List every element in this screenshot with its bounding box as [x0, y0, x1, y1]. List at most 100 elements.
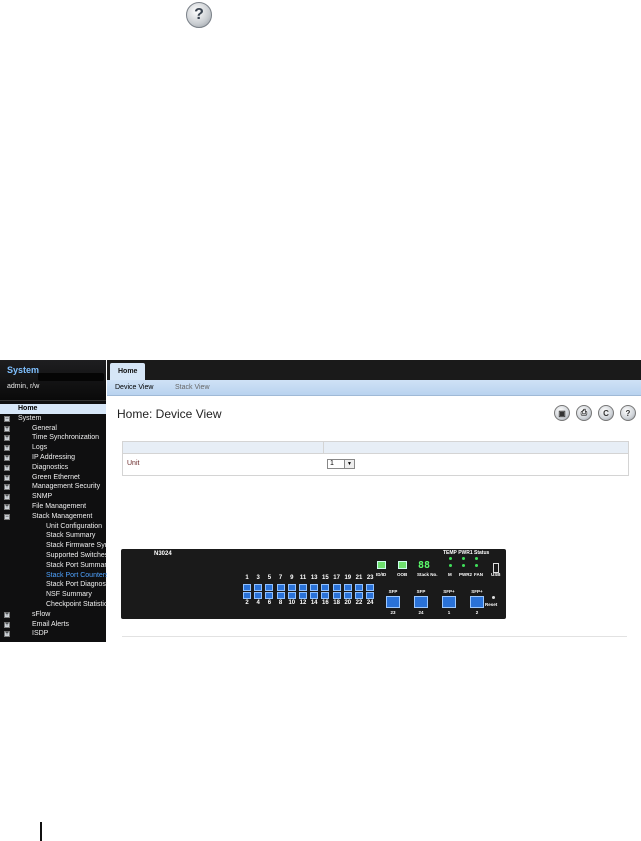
status-indicator-dot: [462, 564, 465, 567]
ethernet-port[interactable]: [343, 592, 352, 599]
sidebar-item-label: ISDP: [32, 630, 49, 638]
sidebar-item-system[interactable]: − System: [0, 414, 106, 424]
sidebar-item-label: Green Ethernet: [32, 473, 80, 481]
status-indicator-dot: [462, 557, 465, 560]
sidebar-item-general[interactable]: + General: [0, 424, 106, 434]
sfp-port[interactable]: [386, 596, 400, 608]
sidebar-item-email-alerts[interactable]: + Email Alerts: [0, 620, 106, 630]
page-title: Home: Device View: [117, 407, 222, 421]
ethernet-port[interactable]: [321, 592, 330, 599]
expand-icon[interactable]: +: [4, 445, 10, 452]
ethernet-port[interactable]: [265, 592, 274, 599]
sidebar-item-snmp[interactable]: + SNMP: [0, 492, 106, 502]
sidebar-item-ip-addressing[interactable]: + IP Addressing: [0, 453, 106, 463]
port-number-label: 2: [245, 600, 249, 606]
expand-icon[interactable]: +: [4, 435, 10, 442]
save-button[interactable]: ▣: [554, 405, 570, 421]
collapse-icon[interactable]: −: [4, 415, 10, 422]
expand-icon[interactable]: +: [4, 464, 10, 471]
status-led: [398, 561, 407, 569]
unit-label: Unit: [127, 460, 140, 467]
sidebar-item-stack-summary[interactable]: Stack Summary: [0, 531, 106, 541]
status-led: [377, 561, 386, 569]
save-icon: ▣: [558, 408, 566, 418]
sub-tab-bar: Device View Stack View: [107, 380, 641, 396]
expand-icon[interactable]: +: [4, 454, 10, 461]
collapse-icon[interactable]: −: [4, 513, 10, 520]
expand-icon[interactable]: +: [4, 503, 10, 510]
user-info: admin, r/w: [7, 383, 40, 390]
expand-icon[interactable]: +: [4, 631, 10, 638]
sfp-port[interactable]: [442, 596, 456, 608]
sidebar-item-stack-port-diagnost[interactable]: Stack Port Diagnost: [0, 580, 108, 590]
navigation-tree: Home − System + General + Time Synchronization…: [0, 404, 109, 639]
port-number-label: 3: [256, 575, 260, 581]
expand-icon[interactable]: +: [4, 611, 10, 618]
unit-select[interactable]: 1 ▼: [327, 459, 355, 469]
refresh-button[interactable]: C: [598, 405, 614, 421]
sidebar-item-home[interactable]: Home: [0, 404, 106, 414]
sidebar-item-stack-port-counters[interactable]: Stack Port Counters: [0, 571, 109, 581]
reset-button-icon[interactable]: [492, 596, 495, 599]
switch-web-ui-screenshot: System admin, r/w Home − System + General + Ti…: [0, 360, 641, 642]
ethernet-port[interactable]: [287, 592, 296, 599]
expand-icon[interactable]: +: [4, 621, 10, 628]
sidebar-item-time-synchronization[interactable]: + Time Synchronization: [0, 433, 106, 443]
ethernet-port[interactable]: [332, 584, 341, 591]
port-number-label: 18: [333, 600, 340, 606]
sidebar-item-nsf-summary[interactable]: NSF Summary: [0, 590, 106, 600]
ethernet-port[interactable]: [243, 584, 251, 591]
ethernet-port[interactable]: [366, 592, 375, 599]
sfp-port[interactable]: [414, 596, 428, 608]
port-number-label: 1: [245, 575, 249, 581]
ethernet-port[interactable]: [276, 592, 285, 599]
sidebar-item-management-security[interactable]: + Management Security: [0, 482, 106, 492]
expand-icon[interactable]: +: [4, 474, 10, 481]
ethernet-port[interactable]: [254, 592, 263, 599]
status-title: TEMP PWR1 Status: [443, 550, 490, 556]
ethernet-port[interactable]: [265, 584, 274, 591]
sidebar-item-file-management[interactable]: + File Management: [0, 502, 106, 512]
sidebar-item-sflow[interactable]: + sFlow: [0, 610, 106, 620]
ethernet-port[interactable]: [310, 592, 319, 599]
port-number-label: 15: [322, 575, 329, 581]
stack-no-label: Stack No.: [417, 572, 438, 577]
ethernet-port[interactable]: [299, 592, 307, 599]
tab-stack-view[interactable]: Stack View: [175, 380, 210, 395]
ethernet-port[interactable]: [332, 592, 341, 599]
chevron-down-icon[interactable]: ▼: [344, 460, 354, 468]
ethernet-port[interactable]: [243, 592, 251, 599]
help-button[interactable]: ?: [620, 405, 636, 421]
ethernet-port[interactable]: [299, 584, 307, 591]
print-button[interactable]: ⎙: [576, 405, 592, 421]
tab-device-view[interactable]: Device View: [115, 380, 153, 395]
sidebar-item-stack-management[interactable]: − Stack Management: [0, 512, 106, 522]
sidebar-item-checkpoint-statistic[interactable]: Checkpoint Statistic: [0, 600, 107, 610]
sidebar-item-label: Time Synchronization: [32, 434, 100, 442]
expand-icon[interactable]: +: [4, 425, 10, 432]
ethernet-port[interactable]: [355, 592, 363, 599]
sidebar-item-isdp[interactable]: + ISDP: [0, 629, 106, 639]
expand-icon[interactable]: +: [4, 494, 10, 501]
sfp-port[interactable]: [470, 596, 484, 608]
sidebar-item-stack-firmware-syn[interactable]: Stack Firmware Syn: [0, 541, 109, 551]
ethernet-port[interactable]: [355, 584, 363, 591]
ethernet-port[interactable]: [343, 584, 352, 591]
sidebar-item-diagnostics[interactable]: + Diagnostics: [0, 463, 106, 473]
ethernet-port[interactable]: [254, 584, 263, 591]
sfp-label: SFP+: [471, 589, 483, 594]
ethernet-port[interactable]: [366, 584, 375, 591]
port-number-label: 20: [344, 600, 352, 606]
sidebar-item-green-ethernet[interactable]: + Green Ethernet: [0, 473, 106, 483]
sidebar-item-supported-switches[interactable]: Supported Switches: [0, 551, 108, 561]
sidebar-item-logs[interactable]: + Logs: [0, 443, 106, 453]
ethernet-port[interactable]: [276, 584, 285, 591]
sidebar-item-unit-configuration[interactable]: Unit Configuration: [0, 522, 106, 532]
ethernet-port[interactable]: [321, 584, 330, 591]
ethernet-port[interactable]: [287, 584, 296, 591]
sidebar-item-stack-port-summar[interactable]: Stack Port Summar: [0, 561, 107, 571]
ethernet-port[interactable]: [310, 584, 319, 591]
port-number-label: 21: [355, 575, 363, 581]
expand-icon[interactable]: +: [4, 484, 10, 491]
tab-home[interactable]: Home: [110, 363, 146, 380]
